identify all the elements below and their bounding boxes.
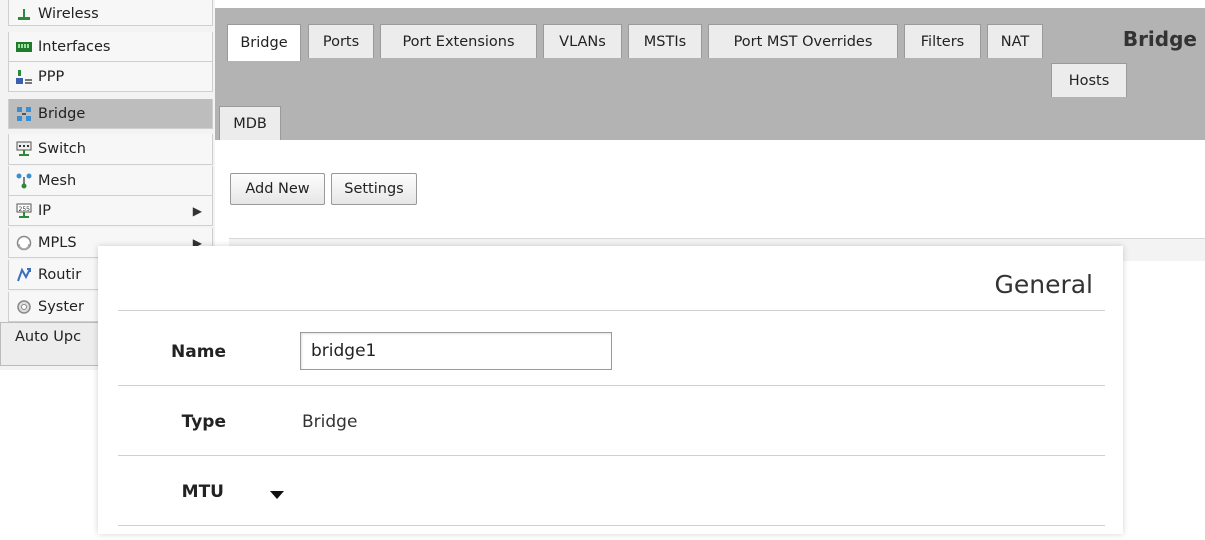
- menu-item-label: Mesh: [38, 172, 77, 189]
- tab-label: MSTIs: [643, 33, 687, 50]
- settings-button[interactable]: Settings: [331, 173, 417, 205]
- system-icon: [15, 299, 33, 315]
- menu-item-label: Routir: [38, 266, 82, 283]
- menu-item-ppp[interactable]: PPP: [8, 62, 213, 92]
- tab-bar: Bridge Ports Port Extensions VLANs MSTIs…: [215, 0, 1205, 140]
- mesh-icon: [15, 173, 33, 189]
- menu-item-mesh[interactable]: Mesh: [8, 166, 213, 196]
- tab-label: NAT: [1000, 33, 1030, 50]
- tab-mdb[interactable]: MDB: [219, 106, 281, 140]
- expand-triangle-icon[interactable]: [270, 491, 284, 499]
- switch-icon: [15, 141, 33, 157]
- tab-bridge[interactable]: Bridge: [227, 24, 301, 61]
- routing-icon: [15, 267, 33, 283]
- divider: [118, 385, 1105, 386]
- menu-item-wireless[interactable]: Wireless: [8, 0, 213, 26]
- divider: [118, 310, 1105, 311]
- menu-item-label: Auto Upc: [15, 329, 82, 345]
- tab-label: Ports: [322, 33, 360, 50]
- general-dialog: General Name Type Bridge MTU: [98, 246, 1123, 534]
- tab-mstis[interactable]: MSTIs: [628, 24, 702, 58]
- name-label: Name: [171, 342, 226, 362]
- menu-item-label: PPP: [38, 68, 65, 85]
- menu-item-label: Switch: [38, 141, 86, 157]
- dialog-title: General: [994, 270, 1093, 299]
- tab-filters[interactable]: Filters: [904, 24, 981, 58]
- menu-item-label: Interfaces: [38, 38, 111, 55]
- tab-label: Port MST Overrides: [733, 33, 873, 50]
- tab-label: Filters: [920, 33, 965, 50]
- tab-hosts[interactable]: Hosts: [1051, 63, 1127, 97]
- menu-item-label: Bridge: [38, 105, 86, 122]
- tab-ports[interactable]: Ports: [308, 24, 374, 58]
- menu-item-label: MPLS: [38, 234, 77, 251]
- menu-item-ip[interactable]: 255 IP ▶: [8, 196, 213, 226]
- mtu-label: MTU: [181, 482, 224, 502]
- menu-item-bridge[interactable]: Bridge: [8, 99, 213, 129]
- menu-item-label: Wireless: [38, 6, 99, 22]
- tab-port-mst-overrides[interactable]: Port MST Overrides: [708, 24, 898, 58]
- type-value: Bridge: [302, 412, 358, 432]
- mpls-icon: [15, 235, 33, 251]
- tab-nat[interactable]: NAT: [987, 24, 1043, 58]
- interfaces-icon: [15, 39, 33, 55]
- tab-label: VLANs: [559, 33, 606, 50]
- ip-icon: 255: [15, 203, 33, 219]
- menu-item-label: Syster: [38, 298, 84, 315]
- ppp-icon: [15, 69, 33, 85]
- tab-label: MDB: [233, 115, 267, 132]
- submenu-arrow-icon: ▶: [192, 203, 202, 218]
- type-label: Type: [181, 412, 226, 432]
- tab-label: Hosts: [1068, 72, 1110, 89]
- tab-port-extensions[interactable]: Port Extensions: [380, 24, 537, 58]
- menu-item-interfaces[interactable]: Interfaces: [8, 32, 213, 62]
- tab-label: Port Extensions: [402, 33, 515, 50]
- menu-item-switch[interactable]: Switch: [8, 134, 213, 165]
- divider: [118, 525, 1105, 526]
- menu-item-label: IP: [38, 202, 52, 219]
- tab-label: Bridge: [240, 35, 288, 51]
- svg-text:255: 255: [19, 206, 31, 213]
- page-title: Bridge: [1122, 27, 1197, 51]
- bridge-icon: [15, 106, 33, 122]
- tab-bar-top-edge: [215, 0, 1205, 8]
- divider: [118, 455, 1105, 456]
- name-input[interactable]: [300, 332, 612, 370]
- add-new-button[interactable]: Add New: [230, 173, 325, 205]
- tab-vlans[interactable]: VLANs: [543, 24, 622, 58]
- wireless-icon: [15, 6, 33, 22]
